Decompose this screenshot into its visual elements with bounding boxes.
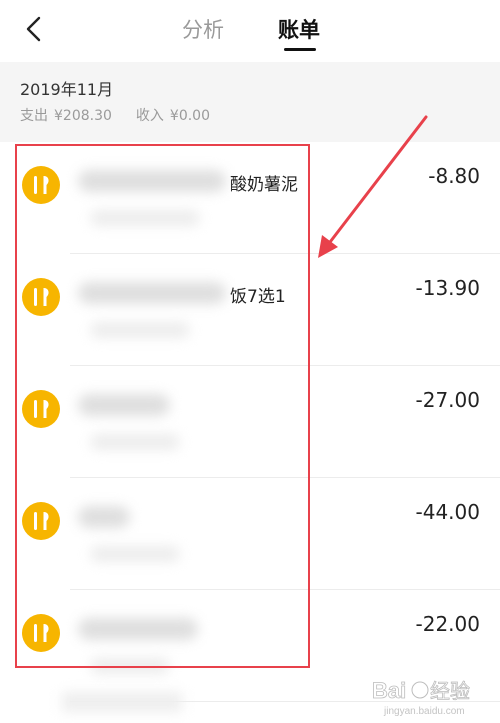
utensils-icon — [22, 614, 60, 652]
svg-text:经验: 经验 — [430, 679, 470, 703]
transaction-row[interactable]: -44.00 — [0, 478, 500, 590]
redacted-detail — [90, 434, 180, 450]
transaction-row[interactable]: -27.00 — [0, 366, 500, 478]
redacted-partial-row — [62, 692, 182, 712]
expense-value: ¥208.30 — [54, 108, 112, 124]
transaction-title: 饭7选1 — [230, 287, 286, 307]
month-title[interactable]: 2019年11月 — [20, 76, 113, 100]
transaction-list: 酸奶薯泥 -8.80 饭7选1 -13.90 -27.00 -44.00 -22… — [0, 142, 500, 723]
active-tab-indicator — [284, 48, 316, 51]
transaction-amount: -22.00 — [415, 612, 480, 636]
redacted-detail — [90, 322, 190, 338]
top-bar: 分析 账单 — [0, 0, 500, 62]
redacted-detail — [90, 546, 180, 562]
svg-text:jingyan.baidu.com: jingyan.baidu.com — [383, 706, 465, 717]
utensils-icon — [22, 390, 60, 428]
transaction-amount: -8.80 — [428, 164, 480, 188]
utensils-icon — [22, 166, 60, 204]
redacted-merchant — [78, 618, 198, 640]
expense-label: 支出 — [20, 108, 48, 124]
transaction-row[interactable]: 酸奶薯泥 -8.80 — [0, 142, 500, 254]
redacted-merchant — [78, 170, 226, 192]
redacted-merchant — [78, 282, 226, 304]
month-summary: 支出 ¥208.30 收入 ¥0.00 — [20, 105, 216, 125]
svg-text:Bai: Bai — [372, 678, 406, 703]
utensils-icon — [22, 502, 60, 540]
redacted-detail — [90, 210, 200, 226]
income-value: ¥0.00 — [169, 108, 210, 124]
transaction-amount: -44.00 — [415, 500, 480, 524]
transaction-amount: -13.90 — [415, 276, 480, 300]
back-button[interactable] — [18, 12, 52, 46]
redacted-detail — [90, 658, 170, 674]
income-label: 收入 — [135, 108, 164, 124]
tab-analysis[interactable]: 分析 — [182, 14, 224, 44]
redacted-merchant — [78, 506, 130, 528]
tab-bill[interactable]: 账单 — [278, 14, 320, 44]
transaction-row[interactable]: 饭7选1 -13.90 — [0, 254, 500, 366]
transaction-title: 酸奶薯泥 — [230, 175, 298, 195]
redacted-merchant — [78, 394, 170, 416]
transaction-amount: -27.00 — [415, 388, 480, 412]
chevron-left-icon — [26, 16, 41, 42]
utensils-icon — [22, 278, 60, 316]
month-header: 2019年11月 支出 ¥208.30 收入 ¥0.00 — [0, 62, 500, 142]
baidu-jingyan-watermark-logo: Bai 经验 jingyan.baidu.com — [368, 672, 496, 720]
